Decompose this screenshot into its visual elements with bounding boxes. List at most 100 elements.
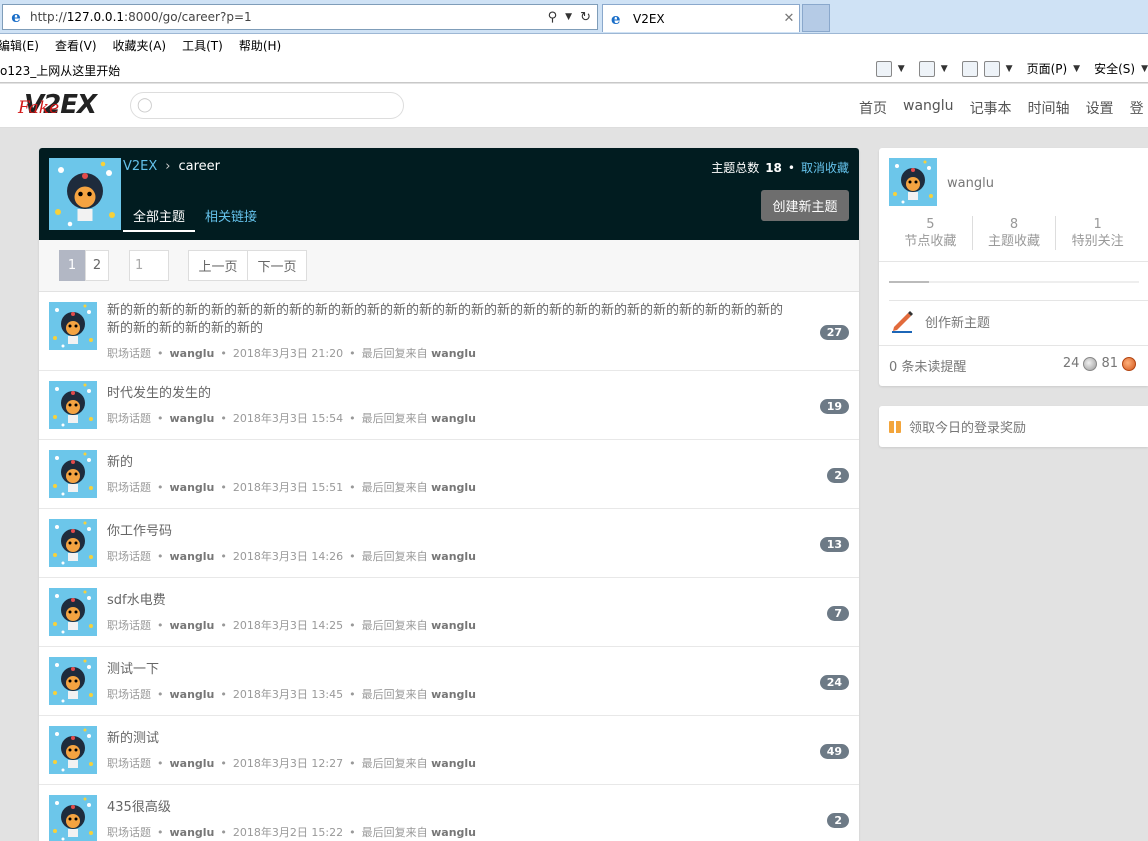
reply-count-badge[interactable]: 7 bbox=[827, 606, 849, 621]
topic-author[interactable]: wanglu bbox=[170, 347, 215, 360]
balance[interactable]: 24 81 bbox=[1063, 356, 1136, 371]
menu-help[interactable]: 帮助(H) bbox=[239, 37, 281, 54]
topic-author[interactable]: wanglu bbox=[170, 412, 215, 425]
topic-title[interactable]: 你工作号码 bbox=[107, 523, 787, 541]
unfavorite-link[interactable]: 取消收藏 bbox=[801, 161, 849, 175]
page-1-button[interactable]: 1 bbox=[59, 250, 85, 281]
topic-node[interactable]: 职场话题 bbox=[107, 347, 151, 360]
tab-all-topics[interactable]: 全部主题 bbox=[123, 202, 196, 232]
dropdown-arrow-icon[interactable]: ▼ bbox=[565, 12, 572, 22]
topic-avatar[interactable] bbox=[49, 726, 97, 774]
rss-icon[interactable] bbox=[918, 60, 935, 77]
topic-author[interactable]: wanglu bbox=[170, 481, 215, 494]
daily-reward-panel[interactable]: 领取今日的登录奖励 bbox=[879, 406, 1148, 447]
user-name[interactable]: wanglu bbox=[947, 176, 994, 191]
nav-notes[interactable]: 记事本 bbox=[970, 98, 1012, 118]
last-reply-user[interactable]: wanglu bbox=[431, 757, 476, 770]
breadcrumb-home[interactable]: V2EX bbox=[123, 159, 157, 174]
topic-favorites-count[interactable]: 8 主题收藏 bbox=[973, 216, 1057, 250]
mail-icon[interactable] bbox=[961, 60, 978, 77]
last-reply-user[interactable]: wanglu bbox=[431, 550, 476, 563]
search-input[interactable] bbox=[159, 96, 395, 115]
nav-settings[interactable]: 设置 bbox=[1086, 98, 1114, 118]
close-tab-icon[interactable]: ✕ bbox=[779, 11, 799, 26]
topic-title[interactable]: sdf水电费 bbox=[107, 592, 787, 610]
nav-timeline[interactable]: 时间轴 bbox=[1028, 98, 1070, 118]
topic-avatar[interactable] bbox=[49, 588, 97, 636]
topic-title[interactable]: 时代发生的发生的 bbox=[107, 385, 787, 403]
topic-avatar[interactable] bbox=[49, 795, 97, 841]
reply-count-badge[interactable]: 49 bbox=[819, 744, 849, 759]
reply-count-badge[interactable]: 2 bbox=[827, 813, 849, 828]
topic-node[interactable]: 职场话题 bbox=[107, 826, 151, 839]
topic-title[interactable]: 新的 bbox=[107, 454, 787, 472]
print-icon[interactable] bbox=[983, 60, 1000, 77]
home-dropdown-icon[interactable]: ▼ bbox=[898, 64, 905, 74]
last-reply-user[interactable]: wanglu bbox=[431, 347, 476, 360]
menu-favorites[interactable]: 收藏夹(A) bbox=[113, 37, 167, 54]
prev-page-button[interactable]: 上一页 bbox=[188, 250, 248, 281]
reply-count-badge[interactable]: 13 bbox=[819, 537, 849, 552]
reply-count-badge[interactable]: 24 bbox=[819, 675, 849, 690]
topic-avatar[interactable] bbox=[49, 450, 97, 498]
site-logo[interactable]: V2EX Fake bbox=[18, 90, 110, 120]
menu-view[interactable]: 查看(V) bbox=[55, 37, 97, 54]
topic-title[interactable]: 435很高级 bbox=[107, 799, 787, 817]
reply-count-badge[interactable]: 2 bbox=[827, 468, 849, 483]
topic-avatar[interactable] bbox=[49, 381, 97, 429]
tab-related-links[interactable]: 相关链接 bbox=[195, 202, 267, 232]
nav-user[interactable]: wanglu bbox=[903, 98, 954, 118]
topic-node[interactable]: 职场话题 bbox=[107, 688, 151, 701]
search-icon[interactable]: ⚲ bbox=[548, 10, 558, 25]
topic-author[interactable]: wanglu bbox=[170, 688, 215, 701]
reply-count-badge[interactable]: 27 bbox=[819, 325, 849, 340]
topic-node[interactable]: 职场话题 bbox=[107, 481, 151, 494]
last-reply-user[interactable]: wanglu bbox=[431, 826, 476, 839]
search-box[interactable]: ◯ bbox=[130, 92, 404, 119]
browser-tab[interactable]: e V2EX ✕ bbox=[602, 4, 800, 32]
topic-title[interactable]: 新的新的新的新的新的新的新的新的新的新的新的新的新的新的新的新的新的新的新的新的… bbox=[107, 302, 787, 338]
create-topic-button[interactable]: 创建新主题 bbox=[761, 190, 849, 221]
topic-author[interactable]: wanglu bbox=[170, 826, 215, 839]
rss-dropdown-icon[interactable]: ▼ bbox=[941, 64, 948, 74]
next-page-button[interactable]: 下一页 bbox=[247, 250, 307, 281]
topic-avatar[interactable] bbox=[49, 302, 97, 350]
topic-node[interactable]: 职场话题 bbox=[107, 619, 151, 632]
address-url[interactable]: http://127.0.0.1:8000/go/career?p=1 bbox=[30, 10, 548, 24]
topic-title[interactable]: 测试一下 bbox=[107, 661, 787, 679]
topic-avatar[interactable] bbox=[49, 657, 97, 705]
page-menu[interactable]: 页面(P) bbox=[1027, 60, 1068, 77]
topic-title[interactable]: 新的测试 bbox=[107, 730, 787, 748]
create-topic-link[interactable]: 创作新主题 bbox=[889, 308, 990, 334]
last-reply-user[interactable]: wanglu bbox=[431, 619, 476, 632]
topic-author[interactable]: wanglu bbox=[170, 619, 215, 632]
topic-node[interactable]: 职场话题 bbox=[107, 757, 151, 770]
last-reply-user[interactable]: wanglu bbox=[431, 688, 476, 701]
safety-dropdown-icon[interactable]: ▼ bbox=[1141, 64, 1148, 74]
daily-reward-link[interactable]: 领取今日的登录奖励 bbox=[909, 417, 1026, 436]
favorite-link[interactable]: o123_上网从这里开始 bbox=[0, 62, 120, 79]
page-dropdown-icon[interactable]: ▼ bbox=[1073, 64, 1080, 74]
refresh-icon[interactable]: ↻ bbox=[580, 10, 591, 25]
address-bar[interactable]: e http://127.0.0.1:8000/go/career?p=1 ⚲ … bbox=[2, 4, 598, 30]
topic-author[interactable]: wanglu bbox=[170, 550, 215, 563]
topic-avatar[interactable] bbox=[49, 519, 97, 567]
node-favorites-count[interactable]: 5 节点收藏 bbox=[889, 216, 973, 250]
user-avatar[interactable] bbox=[889, 158, 937, 206]
topic-node[interactable]: 职场话题 bbox=[107, 550, 151, 563]
new-tab-button[interactable] bbox=[802, 4, 830, 32]
nav-logout[interactable]: 登 bbox=[1130, 98, 1144, 118]
print-dropdown-icon[interactable]: ▼ bbox=[1006, 64, 1013, 74]
reply-count-badge[interactable]: 19 bbox=[819, 399, 849, 414]
menu-tools[interactable]: 工具(T) bbox=[182, 37, 223, 54]
last-reply-user[interactable]: wanglu bbox=[431, 412, 476, 425]
topic-node[interactable]: 职场话题 bbox=[107, 412, 151, 425]
home-icon[interactable] bbox=[875, 60, 892, 77]
page-jump-input[interactable]: 1 bbox=[129, 250, 169, 281]
topic-author[interactable]: wanglu bbox=[170, 757, 215, 770]
menu-edit[interactable]: 编辑(E) bbox=[0, 37, 39, 54]
unread-notifications[interactable]: 0 条未读提醒 bbox=[889, 356, 966, 375]
last-reply-user[interactable]: wanglu bbox=[431, 481, 476, 494]
page-2-button[interactable]: 2 bbox=[85, 250, 109, 281]
safety-menu[interactable]: 安全(S) bbox=[1094, 60, 1135, 77]
